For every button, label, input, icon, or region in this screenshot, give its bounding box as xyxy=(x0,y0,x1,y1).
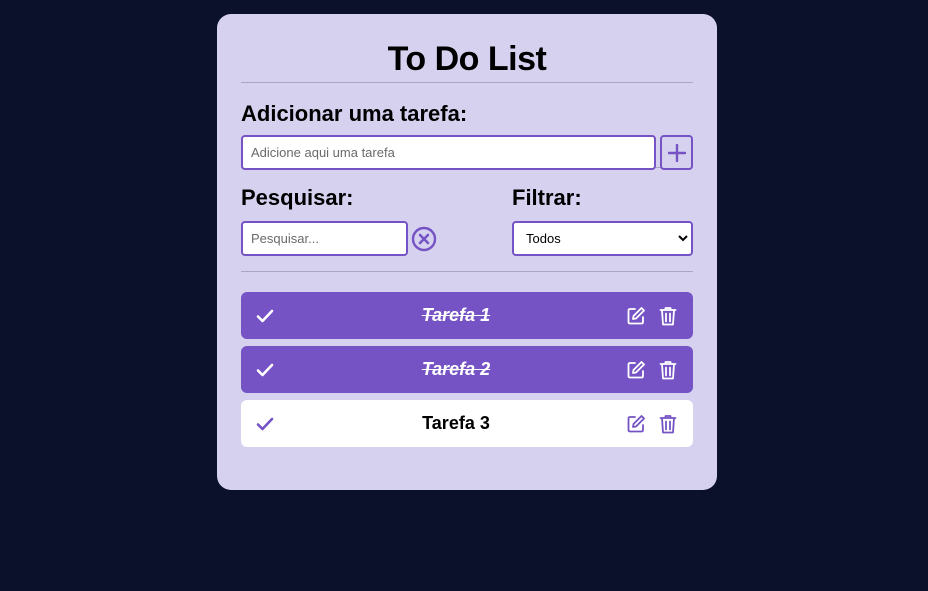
edit-button[interactable] xyxy=(625,305,647,327)
edit-icon xyxy=(627,414,645,432)
add-task-label: Adicionar uma tarefa: xyxy=(241,101,468,126)
complete-button[interactable] xyxy=(255,306,275,326)
todo-card: To Do List Adicionar uma tarefa: Pesquis… xyxy=(217,14,717,490)
todo-item: Tarefa 3 xyxy=(241,400,693,447)
trash-icon xyxy=(659,414,677,433)
toolbar: Pesquisar: Filtrar: Todos xyxy=(241,168,693,271)
search-section: Pesquisar: xyxy=(241,185,512,271)
page-title: To Do List xyxy=(387,40,547,78)
todo-item: Tarefa 2 xyxy=(241,346,693,393)
todo-item: Tarefa 1 xyxy=(241,292,693,339)
todo-list: Tarefa 1 Tarefa 2 Tarefa 3 xyxy=(241,272,693,447)
search-label: Pesquisar: xyxy=(241,185,354,210)
edit-button[interactable] xyxy=(625,359,647,381)
add-task-form: Adicionar uma tarefa: xyxy=(241,83,693,170)
todo-text: Tarefa 3 xyxy=(422,413,490,433)
clear-search-button[interactable] xyxy=(411,226,437,252)
add-task-input[interactable] xyxy=(241,135,657,170)
edit-icon xyxy=(627,360,645,378)
filter-select[interactable]: Todos xyxy=(512,221,693,256)
circle-x-icon xyxy=(411,226,437,251)
delete-button[interactable] xyxy=(657,305,679,327)
check-icon xyxy=(256,363,274,376)
trash-icon xyxy=(659,360,677,379)
filter-section: Filtrar: Todos xyxy=(512,185,693,271)
complete-button[interactable] xyxy=(255,360,275,380)
search-input[interactable] xyxy=(241,221,408,256)
check-icon xyxy=(256,417,274,430)
edit-button[interactable] xyxy=(625,413,647,435)
add-task-button[interactable] xyxy=(660,135,693,170)
todo-text: Tarefa 1 xyxy=(421,305,491,325)
todo-text: Tarefa 2 xyxy=(421,359,491,379)
complete-button[interactable] xyxy=(255,414,275,434)
edit-icon xyxy=(627,306,645,324)
trash-icon xyxy=(659,306,677,325)
check-icon xyxy=(256,309,274,322)
delete-button[interactable] xyxy=(657,413,679,435)
plus-icon xyxy=(667,143,686,162)
delete-button[interactable] xyxy=(657,359,679,381)
filter-label: Filtrar: xyxy=(512,185,582,210)
